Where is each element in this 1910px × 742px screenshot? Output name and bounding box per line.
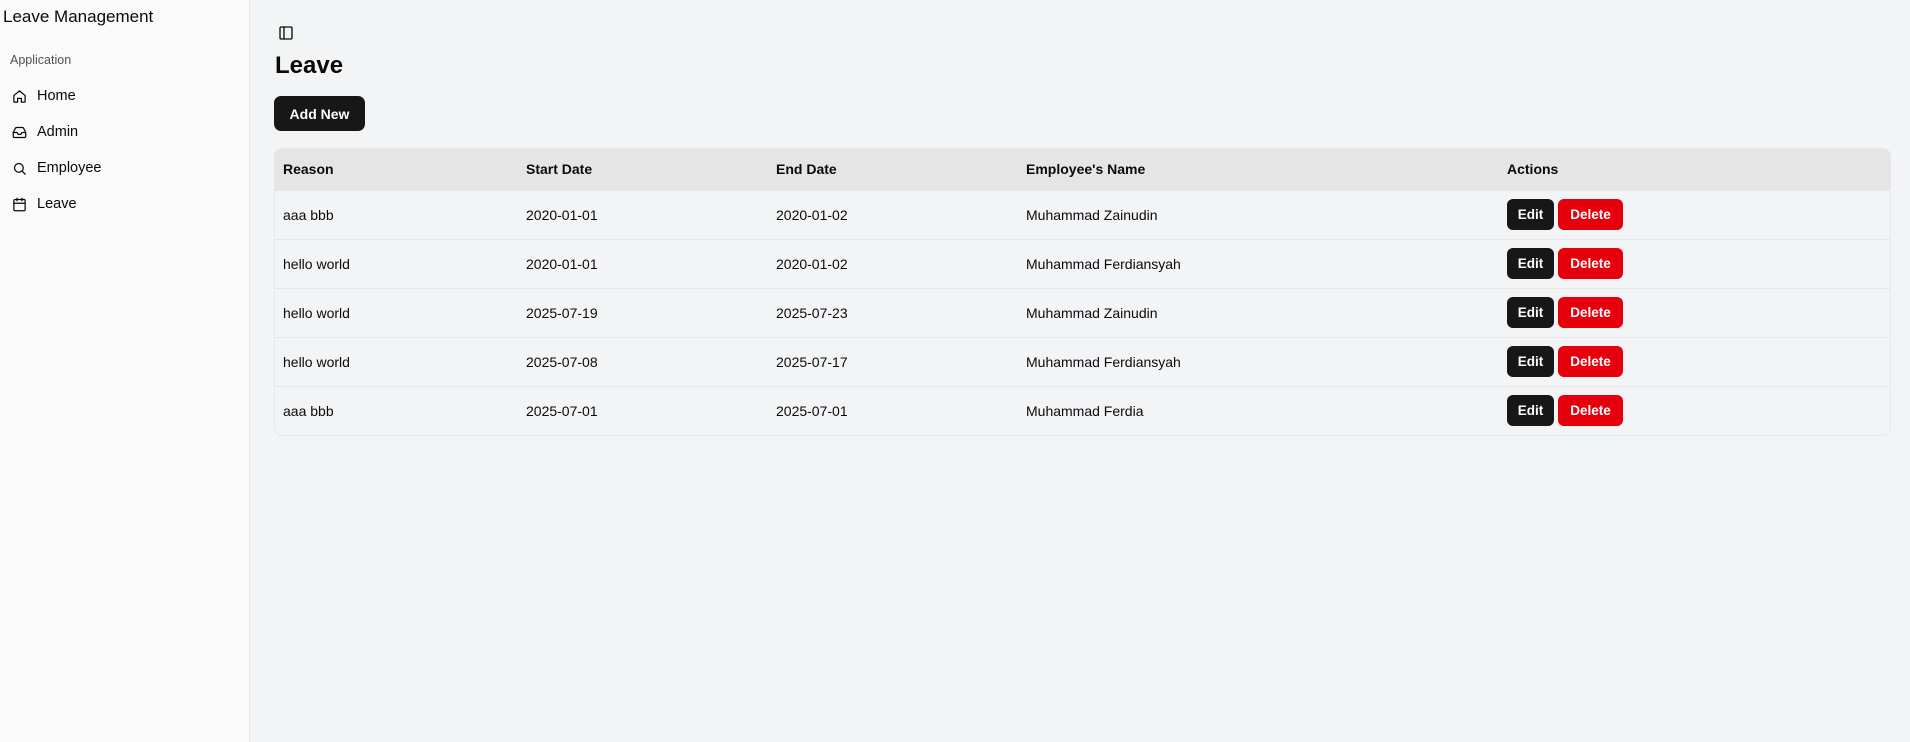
cell-actions: Edit Delete — [1499, 337, 1890, 386]
sidebar-toggle-button[interactable] — [278, 25, 296, 43]
app-title: Leave Management — [3, 7, 154, 26]
table-header-row: Reason Start Date End Date Employee's Na… — [275, 149, 1890, 190]
column-header-reason[interactable]: Reason — [275, 149, 518, 190]
sidebar-nav: Home Admin Employee Leave — [0, 78, 249, 222]
cell-reason: hello world — [283, 255, 350, 272]
sidebar-item-home[interactable]: Home — [0, 78, 249, 114]
delete-button[interactable]: Delete — [1558, 199, 1623, 230]
cell-end-date: 2025-07-17 — [776, 353, 848, 370]
sidebar-item-label: Employee — [37, 160, 102, 176]
cell-actions: Edit Delete — [1499, 288, 1890, 337]
delete-button[interactable]: Delete — [1558, 346, 1623, 377]
leave-table-container: Reason Start Date End Date Employee's Na… — [274, 148, 1891, 436]
sidebar-item-employee[interactable]: Employee — [0, 150, 249, 186]
sidebar-item-label: Admin — [37, 124, 79, 140]
edit-button[interactable]: Edit — [1507, 395, 1554, 427]
cell-actions: Edit Delete — [1499, 239, 1890, 288]
edit-button[interactable]: Edit — [1507, 199, 1554, 230]
edit-button[interactable]: Edit — [1507, 346, 1554, 377]
sidebar: Leave Management Application Home Admin … — [0, 0, 250, 742]
cell-end-date: 2020-01-02 — [776, 206, 848, 223]
search-icon — [11, 160, 27, 176]
cell-actions: Edit Delete — [1499, 386, 1890, 435]
edit-button[interactable]: Edit — [1507, 248, 1554, 279]
sidebar-item-admin[interactable]: Admin — [0, 114, 249, 150]
cell-reason: hello world — [283, 304, 350, 321]
leave-table: Reason Start Date End Date Employee's Na… — [275, 149, 1890, 435]
column-header-employee-name[interactable]: Employee's Name — [1018, 149, 1499, 190]
delete-button[interactable]: Delete — [1558, 395, 1623, 427]
add-new-button[interactable]: Add New — [274, 96, 365, 131]
cell-start-date: 2025-07-01 — [526, 402, 598, 419]
cell-employee-name: Muhammad Ferdiansyah — [1026, 255, 1181, 272]
table-row: aaa bbb 2020-01-01 2020-01-02 Muhammad Z… — [275, 190, 1890, 239]
table-row: hello world 2025-07-19 2025-07-23 Muhamm… — [275, 288, 1890, 337]
cell-reason: aaa bbb — [283, 206, 334, 223]
sidebar-item-label: Home — [37, 88, 76, 104]
cell-end-date: 2020-01-02 — [776, 255, 848, 272]
cell-start-date: 2025-07-19 — [526, 304, 598, 321]
column-header-start-date[interactable]: Start Date — [518, 149, 768, 190]
app-root: Leave Management Application Home Admin … — [0, 0, 1910, 742]
sidebar-item-label: Leave — [37, 196, 77, 212]
cell-employee-name: Muhammad Ferdia — [1026, 402, 1144, 419]
column-header-actions: Actions — [1507, 161, 1559, 178]
calendar-icon — [11, 196, 27, 212]
delete-button[interactable]: Delete — [1558, 248, 1623, 279]
sidebar-item-leave[interactable]: Leave — [0, 186, 249, 222]
column-header-end-date[interactable]: End Date — [768, 149, 1018, 190]
cell-employee-name: Muhammad Zainudin — [1026, 206, 1158, 223]
cell-start-date: 2025-07-08 — [526, 353, 598, 370]
table-row: hello world 2020-01-01 2020-01-02 Muhamm… — [275, 239, 1890, 288]
edit-button[interactable]: Edit — [1507, 297, 1554, 328]
cell-employee-name: Muhammad Ferdiansyah — [1026, 353, 1181, 370]
cell-start-date: 2020-01-01 — [526, 206, 598, 223]
table-row: aaa bbb 2025-07-01 2025-07-01 Muhammad F… — [275, 386, 1890, 435]
cell-reason: aaa bbb — [283, 402, 334, 419]
cell-start-date: 2020-01-01 — [526, 255, 598, 272]
main-content: Leave Add New Reason Start Date End Date… — [250, 0, 1910, 742]
home-icon — [11, 88, 27, 104]
panel-left-icon — [278, 26, 294, 45]
cell-end-date: 2025-07-01 — [776, 402, 848, 419]
page-title: Leave — [275, 52, 344, 79]
table-row: hello world 2025-07-08 2025-07-17 Muhamm… — [275, 337, 1890, 386]
sidebar-group-label: Application — [10, 53, 72, 67]
cell-reason: hello world — [283, 353, 350, 370]
cell-end-date: 2025-07-23 — [776, 304, 848, 321]
delete-button[interactable]: Delete — [1558, 297, 1623, 328]
inbox-icon — [11, 124, 27, 140]
cell-employee-name: Muhammad Zainudin — [1026, 304, 1158, 321]
cell-actions: Edit Delete — [1499, 190, 1890, 239]
